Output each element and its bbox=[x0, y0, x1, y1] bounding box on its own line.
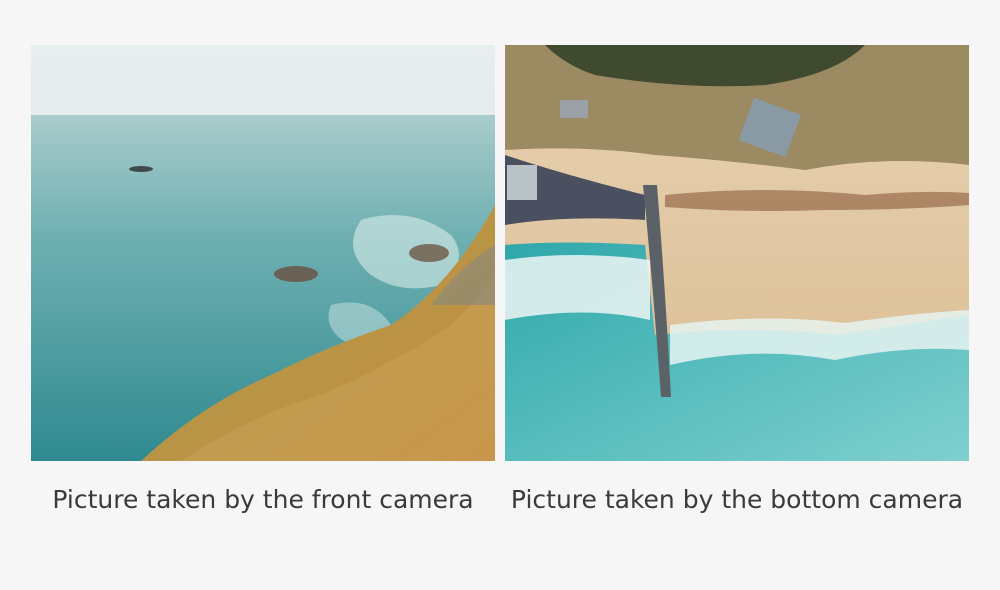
bottom-camera-photo bbox=[505, 45, 969, 461]
sea-cliff-image bbox=[31, 45, 495, 461]
rock bbox=[409, 244, 449, 262]
front-camera-caption: Picture taken by the front camera bbox=[52, 485, 474, 514]
bottom-camera-caption: Picture taken by the bottom camera bbox=[510, 485, 964, 514]
ruin bbox=[560, 100, 588, 118]
aerial-beach-image bbox=[505, 45, 969, 461]
rock bbox=[129, 166, 153, 172]
rock bbox=[274, 266, 318, 282]
ruin bbox=[507, 165, 537, 200]
front-camera-photo bbox=[31, 45, 495, 461]
wave-foam bbox=[505, 255, 650, 320]
